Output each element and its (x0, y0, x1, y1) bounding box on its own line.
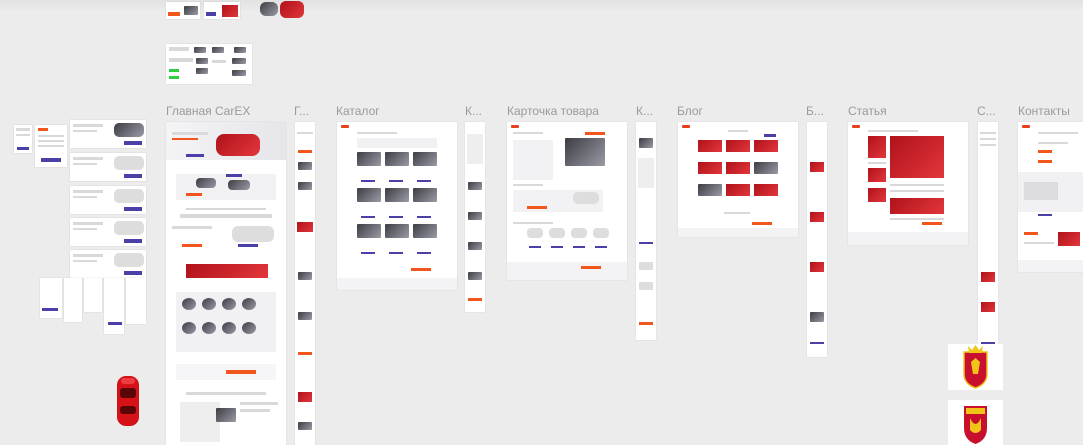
red-car-icon[interactable] (115, 374, 141, 428)
car-thumbnail[interactable] (280, 1, 304, 18)
mobile-frame[interactable] (35, 125, 67, 167)
article-mobile-frame[interactable] (978, 122, 998, 362)
home-mobile-frame[interactable] (295, 122, 315, 445)
component-frame[interactable] (166, 44, 252, 84)
catalog-page-frame[interactable] (337, 122, 457, 290)
car-thumbnail[interactable] (260, 2, 278, 16)
board-label-contacts[interactable]: Контакты (1018, 104, 1070, 118)
board-label-catalog-mobile[interactable]: К... (465, 104, 482, 118)
board-label-article-mobile[interactable]: С... (977, 104, 996, 118)
board-label-home[interactable]: Главная CarEX (166, 104, 250, 118)
product-mobile-frame[interactable] (636, 122, 656, 340)
car-card-stack (70, 120, 146, 280)
board-label-catalog[interactable]: Каталог (336, 104, 380, 118)
thumbnail-frame[interactable] (166, 2, 200, 19)
blog-page-frame[interactable] (678, 122, 798, 237)
board-label-product-mobile[interactable]: К... (636, 104, 653, 118)
city-crest-icon[interactable] (948, 400, 1003, 445)
board-label-home-mobile[interactable]: Г... (294, 104, 309, 118)
board-label-product-card[interactable]: Карточка товара (507, 104, 599, 118)
home-page-frame[interactable] (166, 122, 286, 445)
coat-of-arms-icon[interactable] (948, 344, 1003, 390)
board-label-article[interactable]: Статья (848, 104, 887, 118)
board-label-blog[interactable]: Блог (677, 104, 703, 118)
article-page-frame[interactable] (848, 122, 968, 245)
mobile-frame[interactable] (14, 125, 32, 153)
blog-mobile-frame[interactable] (807, 122, 827, 357)
board-label-blog-mobile[interactable]: Б... (806, 104, 824, 118)
canvas-top-bar (0, 0, 1083, 12)
catalog-mobile-frame[interactable] (465, 122, 485, 312)
mini-grid-group (40, 278, 148, 338)
thumbnail-frame[interactable] (204, 2, 240, 19)
product-card-frame[interactable] (507, 122, 627, 280)
contacts-page-frame[interactable] (1018, 122, 1083, 272)
